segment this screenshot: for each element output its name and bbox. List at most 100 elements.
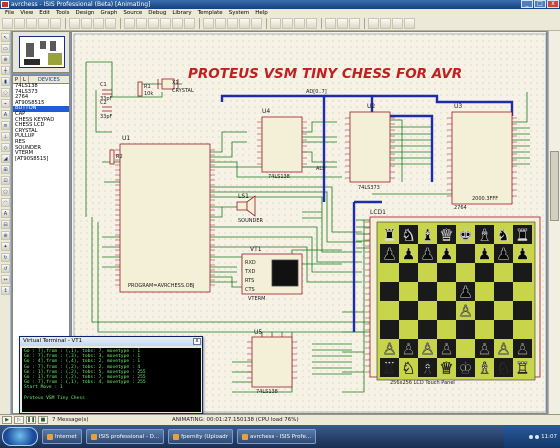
toolbar-button[interactable] xyxy=(38,18,49,29)
toolbar-button[interactable] xyxy=(148,18,159,29)
mode-tool-button[interactable]: ⊕ xyxy=(1,55,10,64)
chess-square[interactable] xyxy=(399,263,418,282)
toolbar-button[interactable] xyxy=(282,18,293,29)
toolbar-button[interactable] xyxy=(294,18,305,29)
toolbar-button[interactable] xyxy=(306,18,317,29)
chess-piece[interactable]: ♝ xyxy=(420,225,435,245)
tray-volume-icon[interactable] xyxy=(535,434,540,439)
mode-tool-button[interactable]: ⊕ xyxy=(1,231,10,240)
mode-tool-button[interactable]: ↕ xyxy=(1,286,10,295)
chess-piece[interactable]: ♙ xyxy=(439,339,454,359)
toolbar-button[interactable] xyxy=(81,18,92,29)
menu-graph[interactable]: Graph xyxy=(98,9,121,17)
toolbar-button[interactable] xyxy=(251,18,262,29)
taskbar-item-avrchess[interactable]: avrchess - ISIS Profe... xyxy=(236,429,317,444)
chess-piece[interactable]: ♟ xyxy=(401,244,416,264)
mode-tool-button[interactable]: ↻ xyxy=(1,253,10,262)
maximize-button[interactable]: □ xyxy=(534,0,546,8)
chess-piece[interactable]: ♜ xyxy=(382,225,397,245)
chess-piece[interactable]: ♟ xyxy=(458,282,473,302)
minimize-button[interactable]: _ xyxy=(521,0,533,8)
chess-square[interactable] xyxy=(399,320,418,339)
toolbar-button[interactable] xyxy=(2,18,13,29)
chess-piece[interactable]: ♖ xyxy=(515,358,530,378)
chess-square[interactable] xyxy=(494,263,513,282)
mode-tool-button[interactable]: ○ xyxy=(1,187,10,196)
chess-piece[interactable]: ♕ xyxy=(439,358,454,378)
chess-square[interactable] xyxy=(418,301,437,320)
chess-piece[interactable]: ♚ xyxy=(458,225,473,245)
toolbar-button[interactable] xyxy=(26,18,37,29)
start-button[interactable] xyxy=(2,427,38,446)
menu-tools[interactable]: Tools xyxy=(53,9,73,17)
chess-square[interactable] xyxy=(456,339,475,358)
chess-square[interactable] xyxy=(418,282,437,301)
library-tab[interactable]: L xyxy=(21,76,29,83)
chess-piece[interactable]: ♙ xyxy=(515,339,530,359)
chess-piece[interactable]: ♟ xyxy=(515,244,530,264)
mode-tool-button[interactable]: ✦ xyxy=(1,242,10,251)
mode-tool-button[interactable]: ↔ xyxy=(1,275,10,284)
mode-tool-button[interactable]: ◠ xyxy=(1,198,10,207)
scrollbar-thumb[interactable] xyxy=(550,151,559,221)
chess-piece[interactable]: ♞ xyxy=(496,225,511,245)
chess-piece[interactable]: ♟ xyxy=(477,244,492,264)
menu-template[interactable]: Template xyxy=(195,9,226,17)
virtual-terminal-close-button[interactable]: x xyxy=(193,338,201,345)
mode-tool-button[interactable]: ◢ xyxy=(1,154,10,163)
play-button[interactable]: ▶ xyxy=(2,416,12,424)
chess-square[interactable] xyxy=(494,282,513,301)
chess-piece[interactable]: ♛ xyxy=(439,225,454,245)
chess-piece[interactable]: ♞ xyxy=(401,225,416,245)
menu-edit[interactable]: Edit xyxy=(36,9,53,17)
messages-count[interactable]: 7 Message(s) xyxy=(52,417,92,423)
toolbar-button[interactable] xyxy=(239,18,250,29)
chess-square[interactable] xyxy=(475,282,494,301)
chess-square[interactable] xyxy=(437,301,456,320)
step-button[interactable]: ▷ xyxy=(14,416,24,424)
pick-devices-tab[interactable]: P xyxy=(13,76,22,83)
toolbar-button[interactable] xyxy=(160,18,171,29)
chess-piece[interactable]: ♙ xyxy=(420,339,435,359)
chess-square[interactable] xyxy=(475,320,494,339)
chess-square[interactable] xyxy=(494,320,513,339)
toolbar-button[interactable] xyxy=(50,18,61,29)
chess-square[interactable] xyxy=(437,282,456,301)
menu-file[interactable]: File xyxy=(2,9,17,17)
chess-square[interactable] xyxy=(437,320,456,339)
toolbar-button[interactable] xyxy=(337,18,348,29)
toolbar-button[interactable] xyxy=(172,18,183,29)
tray-network-icon[interactable] xyxy=(529,434,534,439)
chess-square[interactable] xyxy=(456,263,475,282)
chess-piece[interactable]: ♟ xyxy=(439,244,454,264)
virtual-terminal-titlebar[interactable]: Virtual Terminal - VT1 x xyxy=(20,337,202,346)
chess-square[interactable] xyxy=(475,263,494,282)
chess-piece[interactable]: ♘ xyxy=(401,358,416,378)
toolbar-button[interactable] xyxy=(392,18,403,29)
mode-tool-button[interactable]: ⊥ xyxy=(1,132,10,141)
toolbar-button[interactable] xyxy=(349,18,360,29)
mode-tool-button[interactable]: ▮ xyxy=(1,77,10,86)
chess-square[interactable] xyxy=(380,320,399,339)
toolbar-button[interactable] xyxy=(184,18,195,29)
close-button[interactable]: x xyxy=(547,0,559,8)
toolbar-button[interactable] xyxy=(136,18,147,29)
chess-square[interactable] xyxy=(456,244,475,263)
chess-piece[interactable]: ♗ xyxy=(420,358,435,378)
virtual-terminal-window[interactable]: Virtual Terminal - VT1 x Go : 7],from : … xyxy=(19,336,203,414)
chess-piece[interactable]: ♘ xyxy=(496,358,511,378)
chess-square[interactable] xyxy=(513,263,532,282)
chess-square[interactable] xyxy=(437,263,456,282)
chess-board[interactable]: ♜ ♞ ♝ ♛ ♚ ♝ ♞ ♜♟ ♟ ♟ ♟ ♟ ♟ ♟♟♙♙ ♙ ♙ ♙ ♙ ♙ ♙♖ ♘ ♗ ♕ ♔ ♗ ♘ ♖ xyxy=(376,221,536,381)
mode-tool-button[interactable]: ⊟ xyxy=(1,220,10,229)
mode-tool-button[interactable]: A xyxy=(1,110,10,119)
chess-piece[interactable]: ♖ xyxy=(382,358,397,378)
mode-tool-button[interactable]: ▭ xyxy=(1,44,10,53)
chess-square[interactable] xyxy=(418,320,437,339)
overview-window[interactable] xyxy=(12,31,70,73)
chess-square[interactable] xyxy=(494,301,513,320)
toolbar-button[interactable] xyxy=(227,18,238,29)
chess-square[interactable] xyxy=(513,301,532,320)
mode-tool-button[interactable]: ┼ xyxy=(1,66,10,75)
device-list-item[interactable]: [AT90S8515] xyxy=(13,156,69,163)
